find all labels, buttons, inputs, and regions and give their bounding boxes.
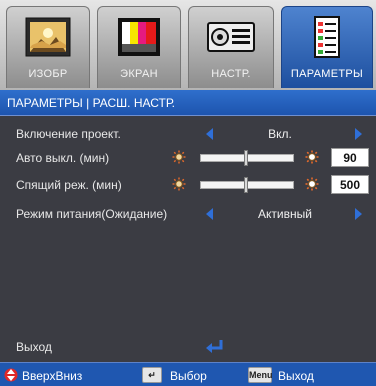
option-label: Спящий реж. (мин) [16,178,122,192]
footer-select-text: Выбор [170,369,207,383]
arrow-right-icon[interactable] [355,128,362,140]
option-value: Активный [258,207,312,221]
updown-icon [4,368,18,382]
menu-key-icon: Menu [248,367,273,383]
auto-off-slider[interactable] [200,150,294,166]
arrow-right-icon[interactable] [355,208,362,220]
tab-label: НАСТР. [211,68,251,80]
tab-label: ПАРАМЕТРЫ [290,68,364,80]
value-box: 90 [331,148,369,167]
footer-updown: ВверхВниз [0,363,130,386]
breadcrumb: ПАРАМЕТРЫ | РАСШ. НАСТР. [0,90,376,116]
footer-updown-text: ВверхВниз [22,369,83,383]
dim-sun-icon[interactable] [172,150,186,164]
dim-sun-icon[interactable] [172,177,186,191]
bright-sun-icon[interactable] [305,150,319,164]
option-label: Режим питания(Ожидание) [16,207,168,221]
option-label: Авто выкл. (мин) [16,151,110,165]
projector-icon [207,22,255,52]
option-row-auto-off[interactable]: Авто выкл. (мин) 90 [0,146,376,170]
tab-bar: ИЗОБР ЭКРАН НАСТР. ПАРАМЕТРЫ [0,0,376,90]
breadcrumb-text: ПАРАМЕТРЫ | РАСШ. НАСТР. [7,96,175,110]
slider-knob[interactable] [244,177,248,193]
tab-label: ИЗОБР [28,68,68,80]
tab-label: ЭКРАН [120,68,158,80]
image-icon [25,17,71,57]
tab-options[interactable]: ПАРАМЕТРЫ [281,6,373,88]
tab-settings[interactable]: НАСТР. [188,6,274,88]
footer-exit: Menu Выход [248,363,368,386]
exit-label: Выход [16,340,52,354]
checklist-icon [314,16,340,58]
tab-image[interactable]: ИЗОБР [6,6,90,88]
enter-icon[interactable] [204,338,226,356]
osd-menu: ИЗОБР ЭКРАН НАСТР. ПАРАМЕТРЫ ПАРАМЕТРЫ |… [0,0,376,386]
arrow-left-icon[interactable] [206,208,213,220]
option-label: Включение проект. [16,127,121,141]
footer-exit-text: Выход [278,369,314,383]
option-row-power-on[interactable]: Включение проект. Вкл. [0,122,376,146]
option-row-power-mode[interactable]: Режим питания(Ожидание) Активный [0,202,376,226]
color-bars-icon [118,18,160,56]
tab-screen[interactable]: ЭКРАН [97,6,181,88]
sleep-slider[interactable] [200,177,294,193]
footer-select: ↵ Выбор [142,363,242,386]
arrow-left-icon[interactable] [206,128,213,140]
option-value: Вкл. [268,127,292,141]
exit-row[interactable]: Выход [0,336,376,358]
option-row-sleep[interactable]: Спящий реж. (мин) 500 [0,173,376,197]
footer-hints: ВверхВниз ↵ Выбор Menu Выход [0,362,376,386]
enter-key-icon: ↵ [142,367,162,383]
slider-knob[interactable] [244,150,248,166]
bright-sun-icon[interactable] [305,177,319,191]
value-box: 500 [331,175,369,194]
